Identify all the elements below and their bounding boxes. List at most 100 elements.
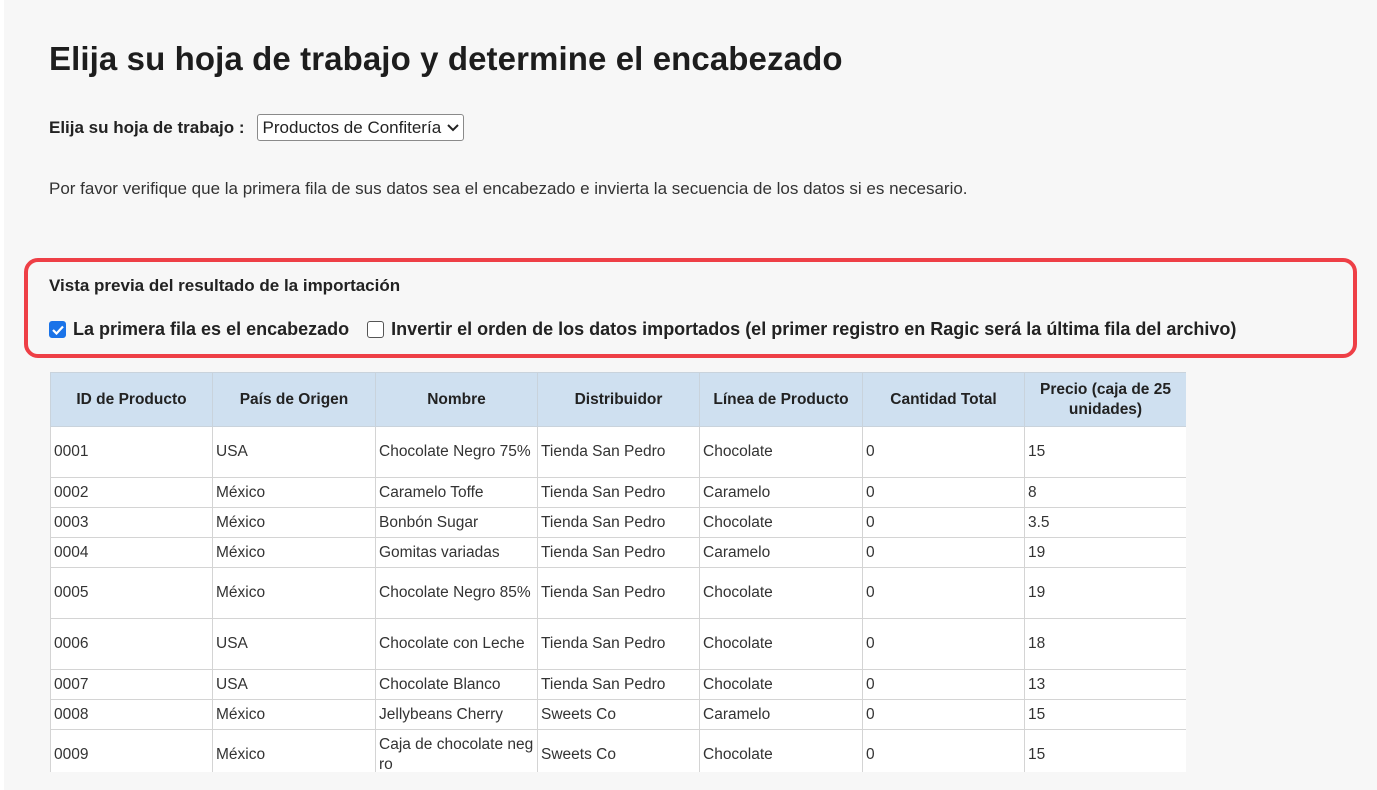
import-page: Elija su hoja de trabajo y determine el … [4, 0, 1377, 790]
table-row: 0007 USA Chocolate Blanco Tienda San Ped… [50, 669, 1186, 700]
table-cell: Sweets Co [537, 729, 700, 772]
table-cell: 0 [862, 699, 1025, 730]
table-row: 0004 México Gomitas variadas Tienda San … [50, 537, 1186, 568]
table-cell: 0 [862, 729, 1025, 772]
table-cell: 15 [1024, 729, 1186, 772]
table-cell: Tienda San Pedro [537, 567, 700, 619]
table-cell: 19 [1024, 537, 1186, 568]
table-cell: Chocolate [699, 426, 863, 478]
table-cell: 0 [862, 507, 1025, 538]
worksheet-select-value: Productos de Confitería [262, 117, 442, 137]
table-cell: 19 [1024, 567, 1186, 619]
worksheet-label: Elija su hoja de trabajo : [49, 117, 245, 137]
preview-title: Vista previa del resultado de la importa… [49, 276, 401, 295]
table-cell: USA [212, 669, 376, 700]
reverse-checkbox[interactable] [367, 321, 385, 338]
table-row: 0008 México Jellybeans Cherry Sweets Co … [50, 699, 1186, 730]
table-cell: 0 [862, 669, 1025, 700]
table-cell: USA [212, 426, 376, 478]
column-header: País de Origen [212, 372, 376, 427]
worksheet-selector-row: Elija su hoja de trabajo : Productos de … [49, 114, 465, 141]
table-cell: México [212, 729, 376, 772]
table-cell: Tienda San Pedro [537, 669, 700, 700]
table-row: 0005 México Chocolate Negro 85% Tienda S… [50, 567, 1186, 619]
table-cell: 0009 [50, 729, 213, 772]
table-cell: 0002 [50, 477, 213, 508]
table-cell: Caramelo Toffe [375, 477, 538, 508]
table-cell: 0001 [50, 426, 213, 478]
table-cell: Jellybeans Cherry [375, 699, 538, 730]
table-cell: Caramelo [699, 537, 863, 568]
import-options: La primera fila es el encabezado Inverti… [49, 319, 1254, 340]
instructions-text: Por favor verifique que la primera fila … [49, 179, 968, 198]
table-cell: Chocolate Blanco [375, 669, 538, 700]
table-cell: Tienda San Pedro [537, 537, 700, 568]
table-cell: USA [212, 618, 376, 670]
table-cell: 0 [862, 537, 1025, 568]
table-cell: Caramelo [699, 477, 863, 508]
table-cell: 0 [862, 618, 1025, 670]
column-header: Nombre [375, 372, 538, 427]
table-cell: Sweets Co [537, 699, 700, 730]
table-cell: 0 [862, 477, 1025, 508]
table-cell: 15 [1024, 699, 1186, 730]
table-cell: 0008 [50, 699, 213, 730]
table-cell: Chocolate [699, 507, 863, 538]
table-cell: México [212, 699, 376, 730]
table-cell: Gomitas variadas [375, 537, 538, 568]
table-cell: Chocolate [699, 567, 863, 619]
column-header: Distribuidor [537, 372, 700, 427]
table-cell: Chocolate [699, 729, 863, 772]
table-row: 0009 México Caja de chocolate negro Swee… [50, 729, 1186, 772]
header-option-label: La primera fila es el encabezado [73, 319, 350, 339]
column-header: Cantidad Total [862, 372, 1025, 427]
table-cell: Chocolate [699, 618, 863, 670]
table-cell: Bonbón Sugar [375, 507, 538, 538]
table-cell: Tienda San Pedro [537, 618, 700, 670]
page-title: Elija su hoja de trabajo y determine el … [49, 40, 843, 77]
table-cell: 0007 [50, 669, 213, 700]
table-cell: Chocolate con Leche [375, 618, 538, 670]
table-cell: 13 [1024, 669, 1186, 700]
table-row: 0006 USA Chocolate con Leche Tienda San … [50, 618, 1186, 670]
table-cell: Caja de chocolate negro [375, 729, 538, 772]
table-cell: 0004 [50, 537, 213, 568]
table-header-row: ID de Producto País de Origen Nombre Dis… [50, 372, 1186, 427]
table-cell: 15 [1024, 426, 1186, 478]
table-cell: 0 [862, 567, 1025, 619]
table-cell: 0003 [50, 507, 213, 538]
column-header: Línea de Producto [699, 372, 863, 427]
table-row: 0001 USA Chocolate Negro 75% Tienda San … [50, 426, 1186, 478]
table-cell: 0005 [50, 567, 213, 619]
header-option[interactable]: La primera fila es el encabezado [49, 319, 349, 340]
table-cell: 0006 [50, 618, 213, 670]
check-icon [51, 325, 64, 335]
table-cell: México [212, 477, 376, 508]
reverse-option[interactable]: Invertir el orden de los datos importado… [367, 319, 1236, 340]
worksheet-select[interactable]: Productos de Confitería [256, 114, 465, 141]
highlight-box [24, 258, 1357, 358]
chevron-down-icon [447, 121, 459, 135]
table-cell: 0 [862, 426, 1025, 478]
table-cell: México [212, 507, 376, 538]
column-header: Precio (caja de 25 unidades) [1024, 372, 1186, 427]
table-cell: 8 [1024, 477, 1186, 508]
reverse-option-label: Invertir el orden de los datos importado… [391, 319, 1237, 339]
table-cell: Chocolate [699, 669, 863, 700]
table-row: 0002 México Caramelo Toffe Tienda San Pe… [50, 477, 1186, 508]
table-row: 0003 México Bonbón Sugar Tienda San Pedr… [50, 507, 1186, 538]
table-cell: Tienda San Pedro [537, 477, 700, 508]
preview-table: ID de Producto País de Origen Nombre Dis… [50, 372, 1186, 772]
header-checkbox[interactable] [49, 321, 66, 338]
table-cell: Chocolate Negro 85% [375, 567, 538, 619]
table-cell: 18 [1024, 618, 1186, 670]
table-cell: Tienda San Pedro [537, 507, 700, 538]
column-header: ID de Producto [50, 372, 213, 427]
preview-table-container[interactable]: ID de Producto País de Origen Nombre Dis… [50, 372, 1186, 772]
table-cell: México [212, 537, 376, 568]
table-cell: México [212, 567, 376, 619]
table-cell: 3.5 [1024, 507, 1186, 538]
table-cell: Chocolate Negro 75% [375, 426, 538, 478]
table-cell: Caramelo [699, 699, 863, 730]
table-cell: Tienda San Pedro [537, 426, 700, 478]
